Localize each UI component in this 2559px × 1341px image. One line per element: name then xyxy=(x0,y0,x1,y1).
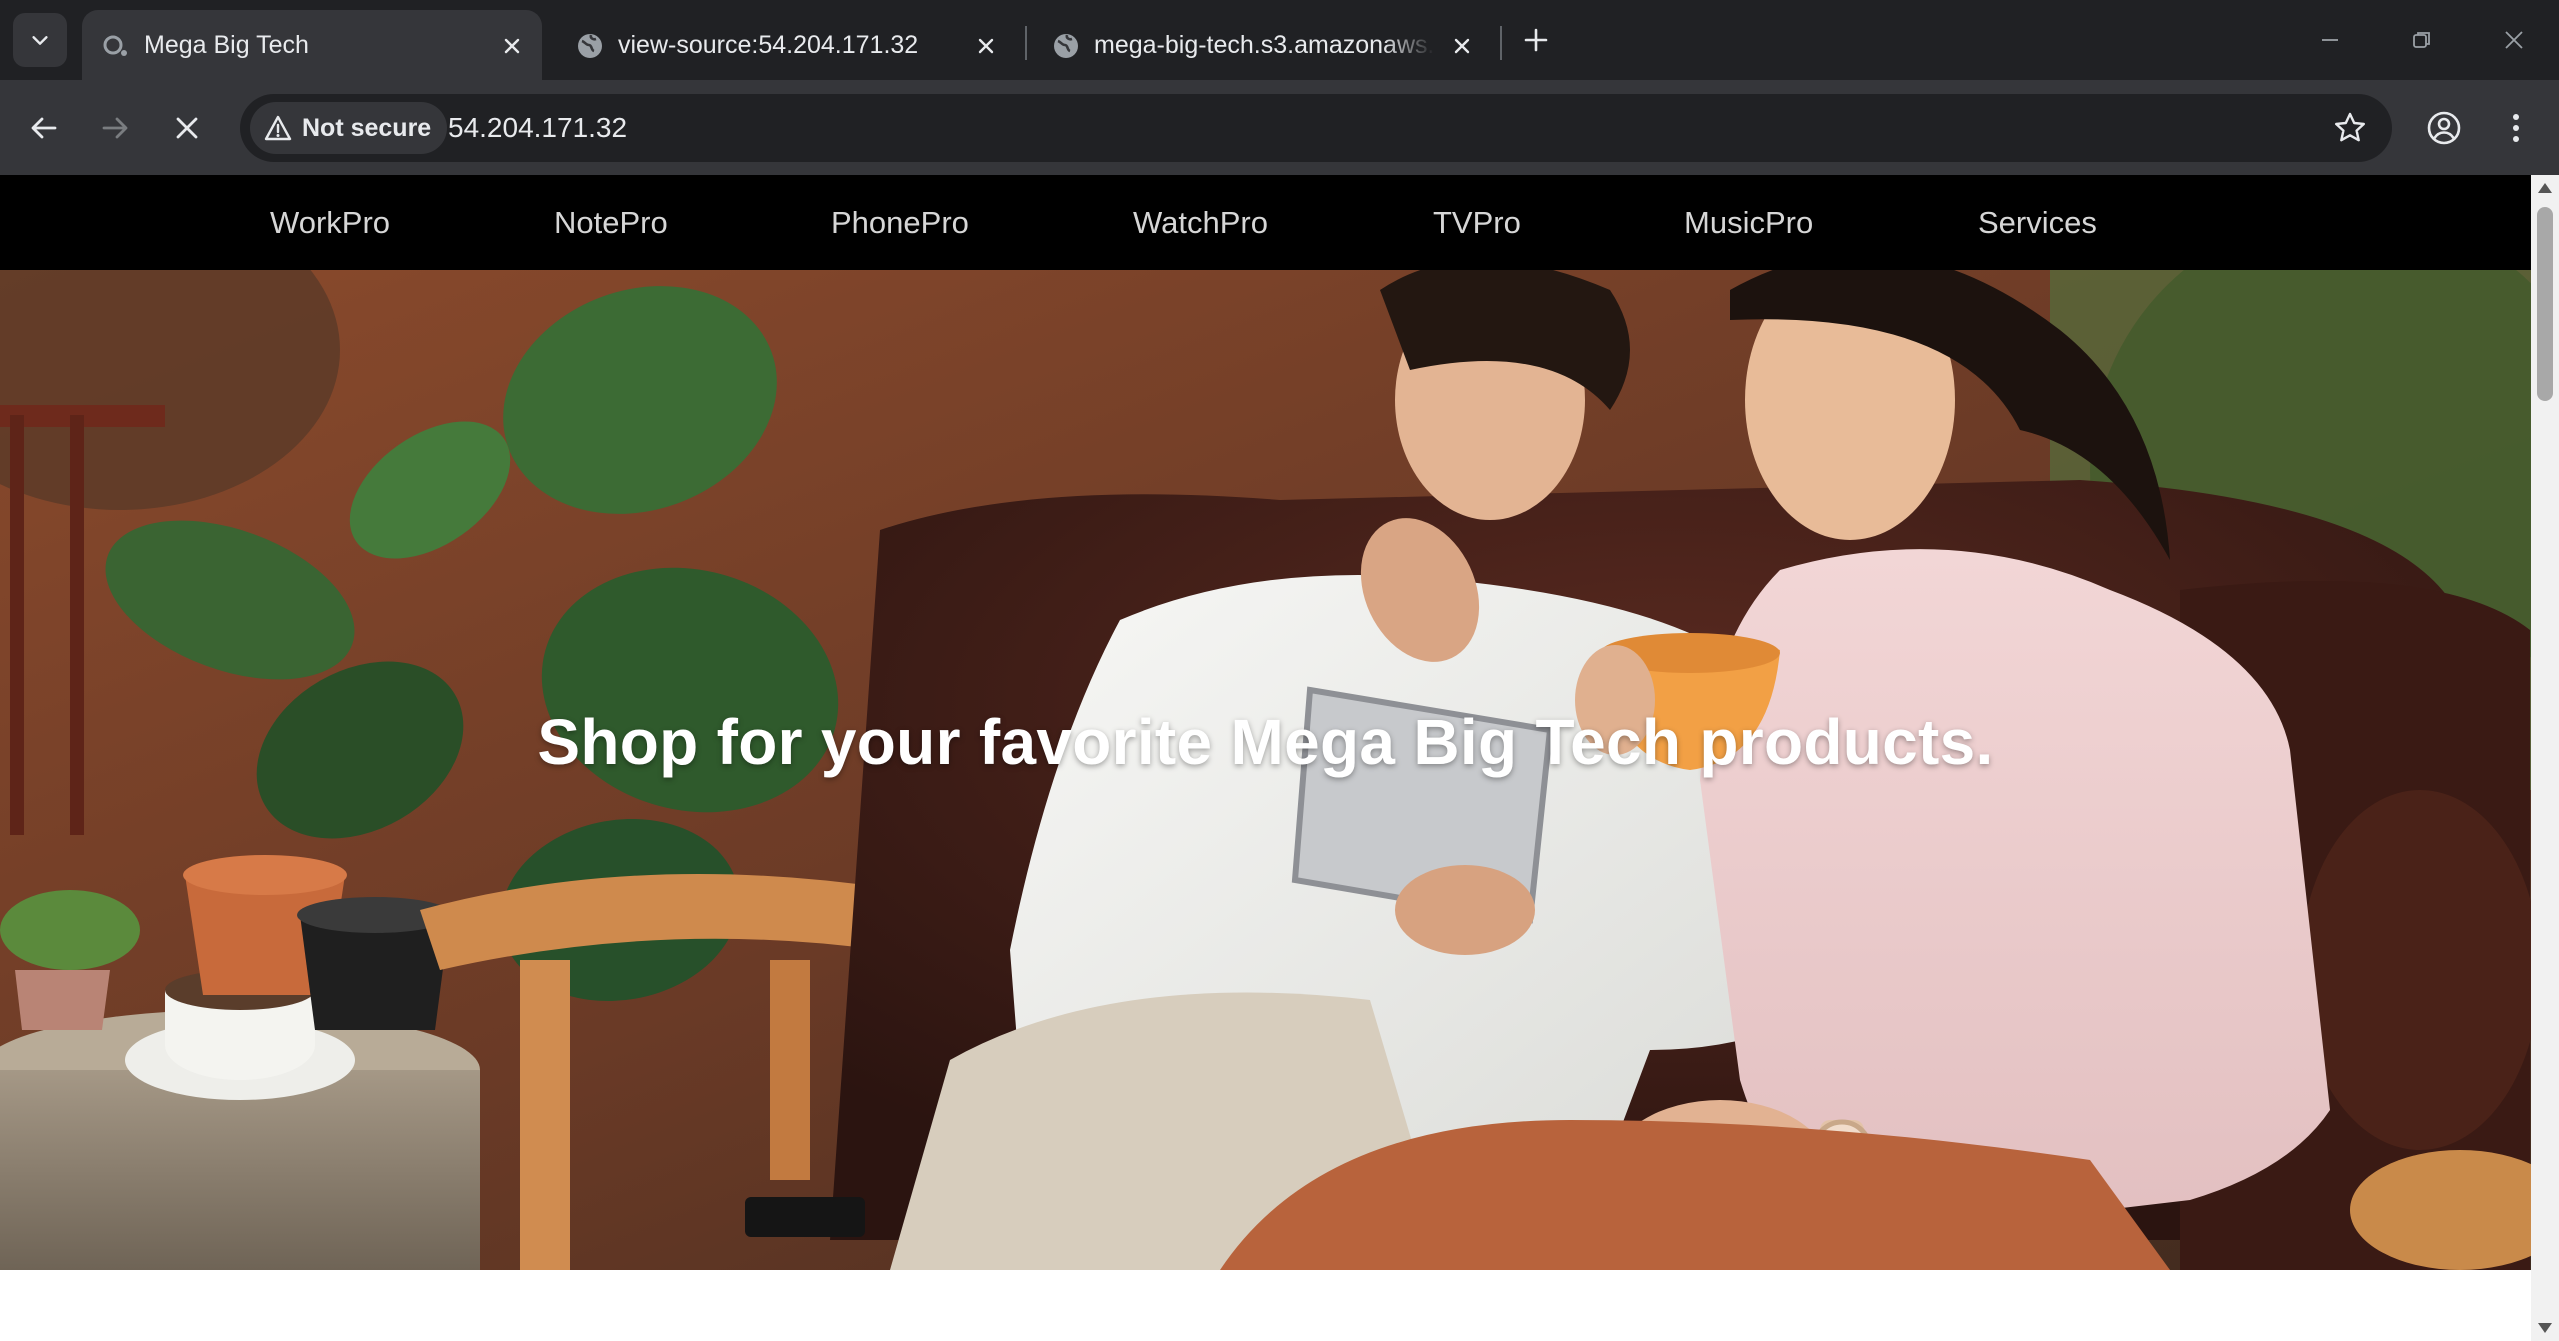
scroll-up-arrow-icon[interactable] xyxy=(2538,183,2552,193)
loading-globe-icon xyxy=(103,35,127,56)
globe-icon xyxy=(1054,34,1078,58)
star-icon xyxy=(2335,112,2365,142)
chevron-down-icon xyxy=(32,36,48,45)
new-tab-button[interactable] xyxy=(1516,20,1556,60)
restore-icon xyxy=(2413,32,2430,48)
plus-icon xyxy=(1524,28,1548,52)
hero-headline: Shop for your favorite Mega Big Tech pro… xyxy=(537,706,1994,778)
security-chip-label: Not secure xyxy=(302,113,432,142)
back-button[interactable] xyxy=(22,106,66,150)
address-bar[interactable]: Not secure 54.204.171.32 xyxy=(240,94,2392,162)
page-scrollbar[interactable] xyxy=(2531,175,2559,1341)
url-text[interactable]: 54.204.171.32 xyxy=(448,94,627,162)
profile-button[interactable] xyxy=(2422,106,2466,150)
bookmark-button[interactable] xyxy=(2330,108,2370,148)
scrollbar-thumb[interactable] xyxy=(2537,207,2553,401)
nav-link-notepro[interactable]: NotePro xyxy=(554,175,668,270)
stop-icon xyxy=(176,117,198,139)
more-vert-icon xyxy=(2513,114,2519,142)
close-window-button[interactable] xyxy=(2494,20,2534,60)
minimize-icon xyxy=(2322,39,2338,41)
tab-title: mega-big-tech.s3.amazonaws.c xyxy=(1094,31,1434,59)
nav-link-tvpro[interactable]: TVPro xyxy=(1433,175,1521,270)
tab-mega-big-tech[interactable]: Mega Big Tech xyxy=(82,10,542,80)
stop-loading-button[interactable] xyxy=(165,106,209,150)
nav-link-services[interactable]: Services xyxy=(1978,175,2097,270)
nav-link-workpro[interactable]: WorkPro xyxy=(270,175,390,270)
scroll-down-arrow-icon[interactable] xyxy=(2538,1323,2552,1333)
browser-menu-button[interactable] xyxy=(2494,106,2538,150)
security-chip[interactable]: Not secure xyxy=(250,102,448,154)
nav-link-musicpro[interactable]: MusicPro xyxy=(1684,175,1813,270)
globe-icon xyxy=(578,34,602,58)
tab-s3-bucket[interactable]: mega-big-tech.s3.amazonaws.c xyxy=(1032,10,1492,80)
tab-separator xyxy=(1025,26,1027,60)
close-tab-icon[interactable] xyxy=(972,32,1000,60)
web-page: WorkPro NotePro PhonePro WatchPro TVPro … xyxy=(0,175,2531,1341)
tab-title: Mega Big Tech xyxy=(144,31,309,59)
browser-toolbar: Not secure 54.204.171.32 xyxy=(0,80,2559,175)
minimize-button[interactable] xyxy=(2310,20,2350,60)
tab-strip: Mega Big Tech view-source:54.204.171.32 … xyxy=(0,0,2559,80)
tab-search-button[interactable] xyxy=(13,13,67,67)
close-tab-icon[interactable] xyxy=(1448,32,1476,60)
tab-view-source[interactable]: view-source:54.204.171.32 xyxy=(556,10,1016,80)
arrow-left-icon xyxy=(31,117,57,139)
nav-link-watchpro[interactable]: WatchPro xyxy=(1133,175,1268,270)
restore-button[interactable] xyxy=(2402,20,2442,60)
tab-title: view-source:54.204.171.32 xyxy=(618,31,919,59)
arrow-right-icon xyxy=(102,117,128,139)
hero-banner: Shop for your favorite Mega Big Tech pro… xyxy=(0,270,2531,1270)
tab-separator xyxy=(1500,26,1502,60)
forward-button[interactable] xyxy=(93,106,137,150)
account-circle-icon xyxy=(2427,111,2461,145)
warning-triangle-icon xyxy=(264,115,292,141)
site-nav: WorkPro NotePro PhonePro WatchPro TVPro … xyxy=(0,175,2531,270)
close-tab-icon[interactable] xyxy=(498,32,526,60)
nav-link-phonepro[interactable]: PhonePro xyxy=(831,175,969,270)
close-icon xyxy=(2505,31,2523,49)
